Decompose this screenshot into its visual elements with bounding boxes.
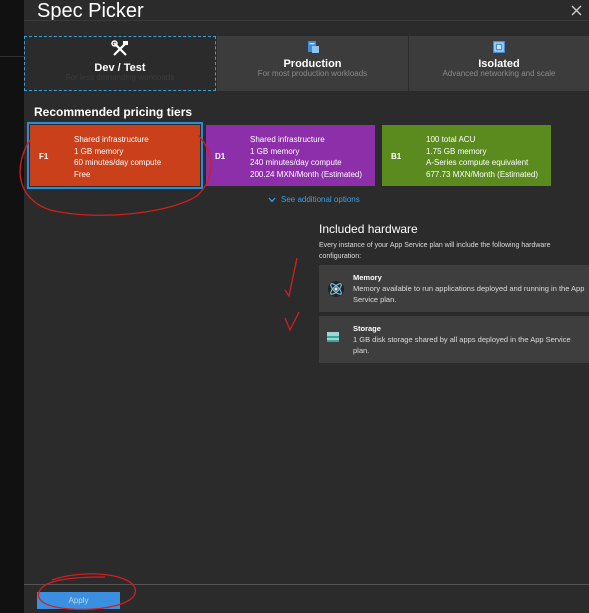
close-icon[interactable] (568, 2, 586, 20)
header-divider (24, 20, 589, 21)
tier-code: B1 (391, 152, 402, 161)
hardware-desc: Memory available to run applications dep… (353, 284, 585, 304)
tier-line: Shared infrastructure (250, 135, 325, 144)
tier-card-d1[interactable]: D1 Shared infrastructure 1 GB memory 240… (206, 125, 375, 186)
tier-card-b1[interactable]: B1 100 total ACU 1.75 GB memory A-Series… (382, 125, 551, 186)
chevron-down-icon (268, 197, 276, 202)
tab-production[interactable]: Production For most production workloads (217, 36, 408, 91)
tier-code: D1 (215, 152, 226, 161)
tier-line: Shared infrastructure (74, 135, 149, 144)
isolated-icon (493, 41, 505, 53)
storage-icon (327, 332, 339, 342)
tier-details: Shared infrastructure 1 GB memory 60 min… (74, 134, 161, 180)
hardware-card-storage: Storage 1 GB disk storage shared by all … (319, 316, 589, 363)
left-strip (0, 0, 24, 613)
tier-line: 100 total ACU (426, 135, 476, 144)
tier-line: 677.73 MXN/Month (Estimated) (426, 169, 539, 179)
hardware-desc: 1 GB disk storage shared by all apps dep… (353, 335, 571, 355)
hardware-card-memory: Memory Memory available to run applicati… (319, 265, 589, 312)
tier-line: 60 minutes/day compute (74, 158, 162, 167)
server-icon (307, 41, 319, 53)
tier-line: 200.24 MXN/Month (Estimated) (250, 169, 363, 179)
footer-divider (24, 584, 589, 585)
tier-line: 1.75 GB memory (426, 146, 487, 156)
recommended-heading: Recommended pricing tiers (34, 105, 193, 119)
hardware-name: Memory (353, 273, 382, 282)
included-hardware-heading: Included hardware (319, 222, 418, 236)
tier-line: 1 GB memory (74, 146, 124, 156)
tab-dev-test[interactable]: Dev / Test For less demanding workloads (24, 36, 216, 91)
see-additional-options-label: See additional options (281, 195, 360, 204)
tier-code: F1 (39, 152, 49, 161)
see-additional-options-link[interactable]: See additional options (268, 195, 360, 204)
tier-line: Free (74, 169, 91, 179)
included-hardware-description: Every instance of your App Service plan … (319, 242, 551, 260)
tier-details: 100 total ACU 1.75 GB memory A-Series co… (426, 134, 538, 180)
tier-details: Shared infrastructure 1 GB memory 240 mi… (250, 134, 362, 180)
tier-category-tabs: Dev / Test For less demanding workloads … (24, 36, 589, 91)
tab-isolated-sub: Advanced networking and scale (442, 69, 556, 78)
tier-card-f1[interactable]: F1 Shared infrastructure 1 GB memory 60 … (27, 122, 203, 189)
memory-icon (328, 281, 344, 297)
tab-isolated[interactable]: Isolated Advanced networking and scale (409, 36, 589, 91)
window-title: Spec Picker (37, 0, 144, 22)
apply-button[interactable]: Apply (37, 592, 120, 609)
hardware-name: Storage (353, 324, 381, 333)
tier-line: 1 GB memory (250, 146, 300, 156)
tab-production-sub: For most production workloads (257, 69, 368, 78)
tier-line: A-Series compute equivalent (426, 158, 529, 167)
tab-dev-test-sub: For less demanding workloads (65, 73, 175, 82)
tools-icon (111, 40, 128, 56)
tier-line: 240 minutes/day compute (250, 158, 342, 167)
